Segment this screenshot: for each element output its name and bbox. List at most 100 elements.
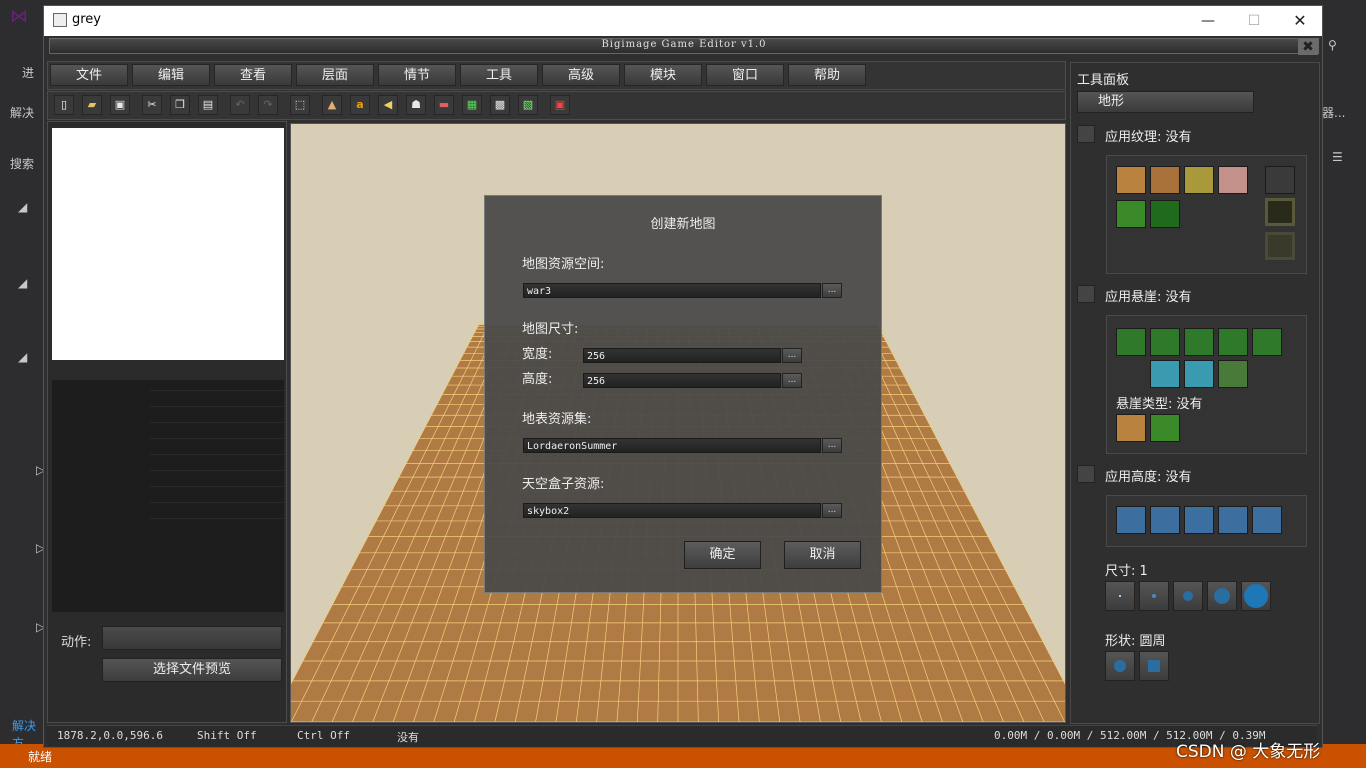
height-noise-icon[interactable] bbox=[1218, 506, 1248, 534]
select-icon[interactable]: ⬚ bbox=[290, 95, 310, 115]
tool-panel-title: 工具面板 bbox=[1077, 73, 1130, 88]
texture-frame-brown[interactable] bbox=[1265, 232, 1295, 260]
brush-size-3[interactable] bbox=[1173, 581, 1203, 611]
menu-file[interactable]: 文件 bbox=[50, 64, 128, 86]
ok-button[interactable]: 确定 bbox=[684, 541, 761, 569]
height-browse-button[interactable]: ... bbox=[782, 373, 802, 388]
menu-module[interactable]: 模块 bbox=[624, 64, 702, 86]
menu-plot[interactable]: 情节 bbox=[378, 64, 456, 86]
menu-window[interactable]: 窗口 bbox=[706, 64, 784, 86]
texture-blank[interactable] bbox=[1265, 166, 1295, 194]
texture-dirt[interactable] bbox=[1116, 166, 1146, 194]
texture-frame-green[interactable] bbox=[1265, 198, 1295, 226]
select-file-preview-button[interactable]: 选择文件预览 bbox=[102, 658, 282, 682]
create-map-dialog: 创建新地图 地图资源空间: war3 ... 地图尺寸: 宽度: 256 ...… bbox=[484, 195, 882, 593]
cliff-lower2-icon[interactable] bbox=[1150, 328, 1180, 356]
file-preview-panel: 动作: 选择文件预览 bbox=[47, 121, 287, 723]
apply-cliff-checkbox[interactable] bbox=[1077, 285, 1095, 303]
test-map-icon[interactable]: ▣ bbox=[550, 95, 570, 115]
texture-palette bbox=[1106, 155, 1307, 274]
import-icon[interactable]: ▧ bbox=[518, 95, 538, 115]
texture-rough-dirt[interactable] bbox=[1150, 166, 1180, 194]
brush-size-label: 尺寸: 1 bbox=[1105, 564, 1148, 579]
minimize-button[interactable]: — bbox=[1185, 6, 1231, 36]
apply-height-checkbox[interactable] bbox=[1077, 465, 1095, 483]
cliff-ramp-icon[interactable] bbox=[1218, 360, 1248, 388]
menu-layer[interactable]: 层面 bbox=[296, 64, 374, 86]
cancel-button[interactable]: 取消 bbox=[784, 541, 861, 569]
pin-icon[interactable]: ⚲ bbox=[1328, 38, 1337, 52]
new-file-icon[interactable]: ▯ bbox=[54, 95, 74, 115]
menu-edit[interactable]: 编辑 bbox=[132, 64, 210, 86]
camera-icon[interactable]: ▩ bbox=[490, 95, 510, 115]
brush-size-4[interactable] bbox=[1207, 581, 1237, 611]
tree-expand-icon[interactable]: ◢ bbox=[18, 276, 27, 290]
height-lower-icon[interactable] bbox=[1150, 506, 1180, 534]
texture-grassy-dirt[interactable] bbox=[1184, 166, 1214, 194]
brush-size-2[interactable] bbox=[1139, 581, 1169, 611]
apply-texture-checkbox[interactable] bbox=[1077, 125, 1095, 143]
text-icon[interactable]: a bbox=[350, 95, 370, 115]
editor-title: Bigimage Game Editor v1.0 bbox=[601, 39, 767, 50]
brush-size-1[interactable] bbox=[1105, 581, 1135, 611]
save-icon[interactable]: ▣ bbox=[110, 95, 130, 115]
copy-icon[interactable]: ❐ bbox=[170, 95, 190, 115]
editor-status-bar: 1878.2,0.0,596.6 Shift Off Ctrl Off 没有 0… bbox=[47, 725, 1317, 746]
terrain-button[interactable]: 地形 bbox=[1077, 91, 1254, 113]
height-plateau-icon[interactable] bbox=[1184, 506, 1214, 534]
cliff-type-grass[interactable] bbox=[1150, 414, 1180, 442]
height-input[interactable]: 256 bbox=[583, 373, 781, 388]
editor-close-icon[interactable]: ✖ bbox=[1298, 39, 1318, 55]
menu-help[interactable]: 帮助 bbox=[788, 64, 866, 86]
cliff-type-label: 悬崖类型: 没有 bbox=[1116, 397, 1203, 412]
brush-shape-square[interactable] bbox=[1139, 651, 1169, 681]
apply-cliff-label: 应用悬崖: 没有 bbox=[1105, 290, 1192, 305]
brush-size-5[interactable] bbox=[1241, 581, 1271, 611]
paste-icon[interactable]: ▤ bbox=[198, 95, 218, 115]
menu-view[interactable]: 查看 bbox=[214, 64, 292, 86]
menu-tools[interactable]: 工具 bbox=[460, 64, 538, 86]
map-size-label: 地图尺寸: bbox=[522, 322, 579, 337]
texture-dark-grass[interactable] bbox=[1150, 200, 1180, 228]
skybox-input[interactable]: skybox2 bbox=[523, 503, 821, 518]
skybox-browse-button[interactable]: ... bbox=[822, 503, 842, 518]
undo-icon[interactable]: ↶ bbox=[230, 95, 250, 115]
cliff-level-icon[interactable] bbox=[1184, 328, 1214, 356]
maximize-button[interactable]: ☐ bbox=[1231, 6, 1277, 36]
open-folder-icon[interactable]: ▰ bbox=[82, 95, 102, 115]
close-button[interactable]: ✕ bbox=[1277, 6, 1323, 36]
resource-space-browse-button[interactable]: ... bbox=[822, 283, 842, 298]
region-icon[interactable]: ▦ bbox=[462, 95, 482, 115]
surface-set-browse-button[interactable]: ... bbox=[822, 438, 842, 453]
texture-rock[interactable] bbox=[1218, 166, 1248, 194]
cliff-type-dirt[interactable] bbox=[1116, 414, 1146, 442]
status-coords: 1878.2,0.0,596.6 bbox=[57, 729, 163, 742]
tree-expand-icon[interactable]: ◢ bbox=[18, 200, 27, 214]
cliff-lower-icon[interactable] bbox=[1116, 328, 1146, 356]
sound-icon[interactable]: ◀ bbox=[378, 95, 398, 115]
height-raise-icon[interactable] bbox=[1116, 506, 1146, 534]
status-shift: Shift Off bbox=[197, 729, 257, 742]
tree-expand-icon[interactable]: ◢ bbox=[18, 350, 27, 364]
unit-icon[interactable]: ☗ bbox=[406, 95, 426, 115]
list-icon[interactable]: ☰ bbox=[1332, 150, 1343, 164]
surface-set-input[interactable]: LordaeronSummer bbox=[523, 438, 821, 453]
height-smooth-icon[interactable] bbox=[1252, 506, 1282, 534]
resource-space-input[interactable]: war3 bbox=[523, 283, 821, 298]
width-input[interactable]: 256 bbox=[583, 348, 781, 363]
doodad-icon[interactable]: ▬ bbox=[434, 95, 454, 115]
cliff-shallow-water-icon[interactable] bbox=[1150, 360, 1180, 388]
cliff-raise-icon[interactable] bbox=[1218, 328, 1248, 356]
window-titlebar[interactable]: grey — ☐ ✕ bbox=[44, 6, 1322, 36]
redo-icon[interactable]: ↷ bbox=[258, 95, 278, 115]
texture-grass[interactable] bbox=[1116, 200, 1146, 228]
terrain-icon[interactable]: ▲ bbox=[322, 95, 342, 115]
action-field[interactable] bbox=[102, 626, 282, 650]
brush-shape-label: 形状: 圆周 bbox=[1105, 634, 1166, 649]
width-browse-button[interactable]: ... bbox=[782, 348, 802, 363]
brush-shape-circle[interactable] bbox=[1105, 651, 1135, 681]
cut-icon[interactable]: ✂ bbox=[142, 95, 162, 115]
cliff-raise2-icon[interactable] bbox=[1252, 328, 1282, 356]
menu-advanced[interactable]: 高级 bbox=[542, 64, 620, 86]
cliff-deep-water-icon[interactable] bbox=[1184, 360, 1214, 388]
